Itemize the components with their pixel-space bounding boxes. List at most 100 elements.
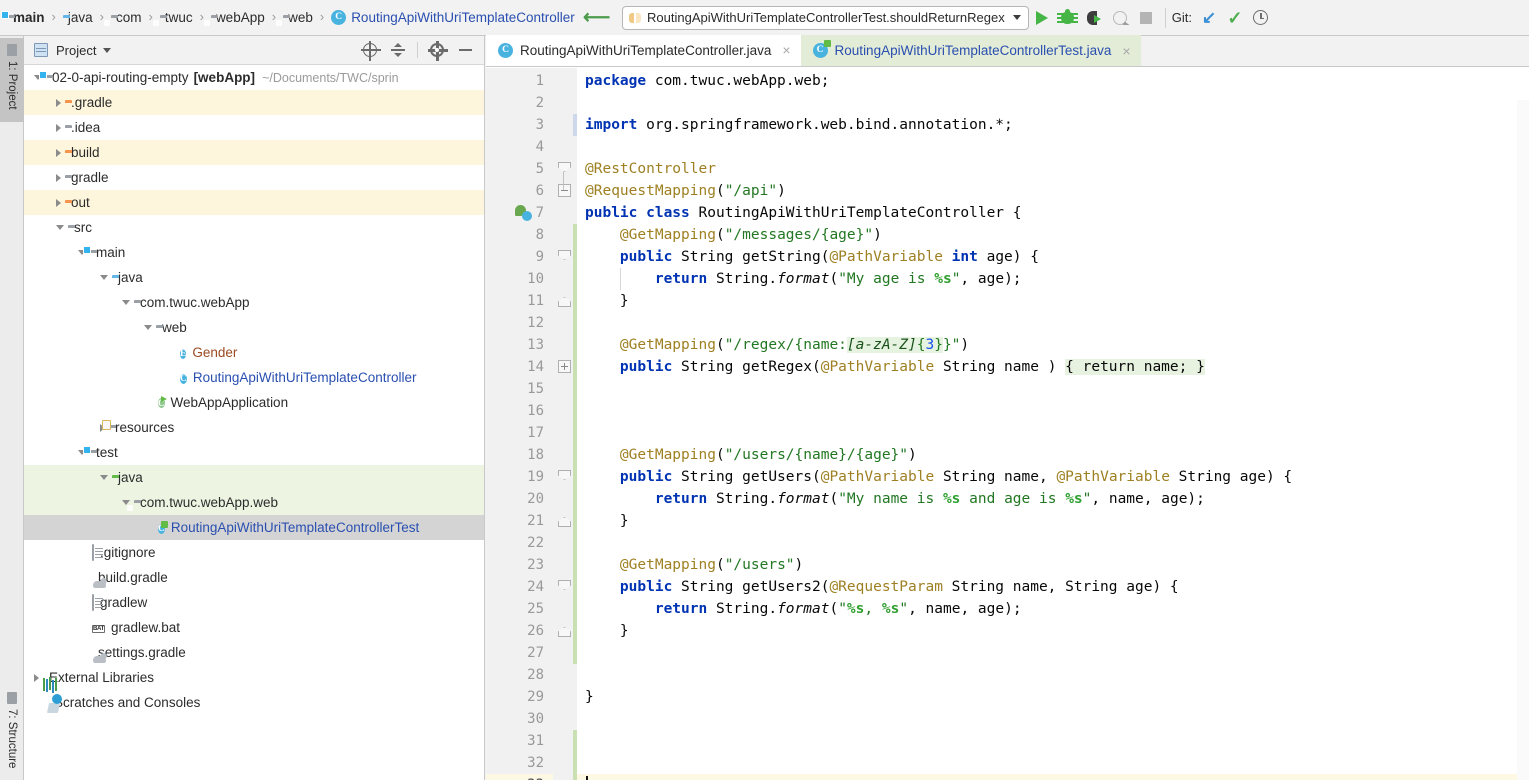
code-line[interactable]: @GetMapping("/regex/{name:[a-zA-Z]{3}}") [577, 334, 1529, 356]
code-line[interactable]: public class RoutingApiWithUriTemplateCo… [577, 202, 1529, 224]
breadcrumb-item-com[interactable]: com [109, 6, 144, 30]
chevron-right-icon[interactable] [56, 98, 61, 107]
tree-item-idea[interactable]: .idea [24, 115, 484, 140]
git-update-button[interactable]: ↙ [1196, 5, 1222, 31]
code-line[interactable] [577, 422, 1529, 444]
breadcrumb-item-java[interactable]: java [61, 6, 95, 30]
tree-item-routingapiwithuritemplatecontrollertest[interactable]: C RoutingApiWithUriTemplateControllerTest [24, 515, 484, 540]
chevron-right-icon[interactable] [56, 148, 61, 157]
code-line[interactable]: @RequestMapping("/api") [577, 180, 1529, 202]
tree-item-external-libraries[interactable]: External Libraries [24, 665, 484, 690]
code-line[interactable]: package com.twuc.webApp.web; [577, 70, 1529, 92]
code-line[interactable]: } [577, 510, 1529, 532]
code-line[interactable]: @GetMapping("/users/{name}/{age}") [577, 444, 1529, 466]
sidebar-item-project[interactable]: 1: Project [0, 38, 24, 122]
tree-item-scratches-and-consoles[interactable]: Scratches and Consoles [24, 690, 484, 715]
chevron-down-icon[interactable] [1012, 15, 1021, 20]
chevron-down-icon[interactable] [103, 47, 112, 53]
settings-button[interactable] [424, 38, 450, 62]
breadcrumb-item-routingapiwithuritemplatecontroller[interactable]: C RoutingApiWithUriTemplateController [329, 6, 577, 30]
chevron-right-icon[interactable] [34, 673, 39, 682]
code-line[interactable] [577, 312, 1529, 334]
code-line[interactable]: return String.format("%s, %s", name, age… [577, 598, 1529, 620]
code-line[interactable]: return String.format("My name is %s and … [577, 488, 1529, 510]
locate-file-button[interactable] [357, 38, 383, 62]
code-line[interactable] [577, 400, 1529, 422]
code-fold-toggle[interactable] [558, 162, 571, 175]
editor-scrollbar[interactable] [1517, 100, 1529, 780]
code-fold-toggle[interactable] [558, 184, 571, 197]
run-with-coverage-button[interactable] [1081, 5, 1107, 31]
tree-item-gender[interactable]: E Gender [24, 340, 484, 365]
spring-bean-gutter-icon[interactable] [515, 205, 532, 221]
run-configuration-selector[interactable]: RoutingApiWithUriTemplateControllerTest.… [622, 5, 1029, 30]
code-line[interactable] [577, 378, 1529, 400]
code-fold-toggle[interactable] [558, 470, 571, 483]
navigate-back-icon[interactable]: ⟶ [577, 6, 620, 29]
code-line[interactable] [577, 708, 1529, 730]
tree-item-02-0-api-routing-empty[interactable]: 02-0-api-routing-empty [webApp] ~/Document… [24, 65, 484, 90]
chevron-down-icon[interactable] [56, 225, 64, 230]
code-line[interactable]: @RestController [577, 158, 1529, 180]
tree-item-test[interactable]: test [24, 440, 484, 465]
tree-item-build[interactable]: build [24, 140, 484, 165]
editor-tab[interactable]: C RoutingApiWithUriTemplateControllerTest… [800, 35, 1141, 66]
code-line[interactable] [577, 92, 1529, 114]
tree-item-routingapiwithuritemplatecontroller[interactable]: C RoutingApiWithUriTemplateController [24, 365, 484, 390]
code-line[interactable]: public String getUsers2(@RequestParam St… [577, 576, 1529, 598]
stop-button[interactable] [1133, 5, 1159, 31]
code-line[interactable]: } [577, 686, 1529, 708]
code-line[interactable]: import org.springframework.web.bind.anno… [577, 114, 1529, 136]
collapse-all-button[interactable] [385, 38, 411, 62]
breadcrumb-item-web[interactable]: web [281, 6, 315, 30]
code-fold-toggle[interactable] [558, 580, 571, 593]
code-line[interactable] [577, 136, 1529, 158]
tree-item-gradlew[interactable]: gradlew [24, 590, 484, 615]
tree-item-com-twuc-webapp-web[interactable]: com.twuc.webApp.web [24, 490, 484, 515]
tree-item-out[interactable]: out [24, 190, 484, 215]
git-commit-button[interactable]: ✓ [1222, 5, 1248, 31]
tree-item-java[interactable]: java [24, 465, 484, 490]
tree-item-src[interactable]: src [24, 215, 484, 240]
close-icon[interactable]: × [1122, 43, 1130, 59]
chevron-right-icon[interactable] [56, 123, 61, 132]
code-fold-toggle[interactable] [558, 624, 571, 637]
code-line[interactable]: public String getRegex(@PathVariable Str… [577, 356, 1529, 378]
tree-item-gitignore[interactable]: .gitignore [24, 540, 484, 565]
code-line[interactable]: public String getString(@PathVariable in… [577, 246, 1529, 268]
hide-panel-button[interactable] [452, 38, 478, 62]
code-fold-toggle[interactable] [558, 360, 571, 373]
debug-button[interactable] [1055, 5, 1081, 31]
code-line[interactable]: } [577, 290, 1529, 312]
code-editor[interactable]: 1 2 3 4 5 6 7 8 9 10 11 12 13 14 15 16 17 18 19 20 21 22 23 24 2… [486, 68, 1529, 780]
tree-item-main[interactable]: main [24, 240, 484, 265]
tree-item-com-twuc-webapp[interactable]: com.twuc.webApp [24, 290, 484, 315]
git-history-button[interactable] [1248, 5, 1274, 31]
code-fold-toggle[interactable] [558, 514, 571, 527]
tree-item-gradle[interactable]: .gradle [24, 90, 484, 115]
breadcrumb-item-webapp[interactable]: webApp [209, 6, 267, 30]
code-fold-toggle[interactable] [558, 294, 571, 307]
chevron-right-icon[interactable] [56, 173, 61, 182]
code-line[interactable]: } [577, 620, 1529, 642]
code-text[interactable]: package com.twuc.webApp.web; import org.s… [577, 68, 1529, 780]
tree-item-settings-gradle[interactable]: settings.gradle [24, 640, 484, 665]
code-line[interactable]: @GetMapping("/messages/{age}") [577, 224, 1529, 246]
close-icon[interactable]: × [782, 42, 790, 58]
code-line[interactable] [577, 532, 1529, 554]
tree-item-webappapplication[interactable]: C WebAppApplication [24, 390, 484, 415]
code-line[interactable] [577, 642, 1529, 664]
tree-item-gradle[interactable]: gradle [24, 165, 484, 190]
code-line[interactable]: return String.format("My age is %s", age… [577, 268, 1529, 290]
chevron-down-icon[interactable] [100, 275, 108, 280]
chevron-right-icon[interactable] [56, 198, 61, 207]
editor-tab[interactable]: C RoutingApiWithUriTemplateController.jav… [486, 35, 801, 66]
profile-button[interactable] [1107, 5, 1133, 31]
code-line[interactable]: @GetMapping("/users") [577, 554, 1529, 576]
code-line[interactable] [577, 664, 1529, 686]
chevron-down-icon[interactable] [100, 475, 108, 480]
code-line[interactable]: public String getUsers(@PathVariable Str… [577, 466, 1529, 488]
code-line[interactable] [577, 752, 1529, 774]
run-button[interactable] [1029, 5, 1055, 31]
sidebar-item-structure[interactable]: 7: Structure [0, 686, 24, 778]
